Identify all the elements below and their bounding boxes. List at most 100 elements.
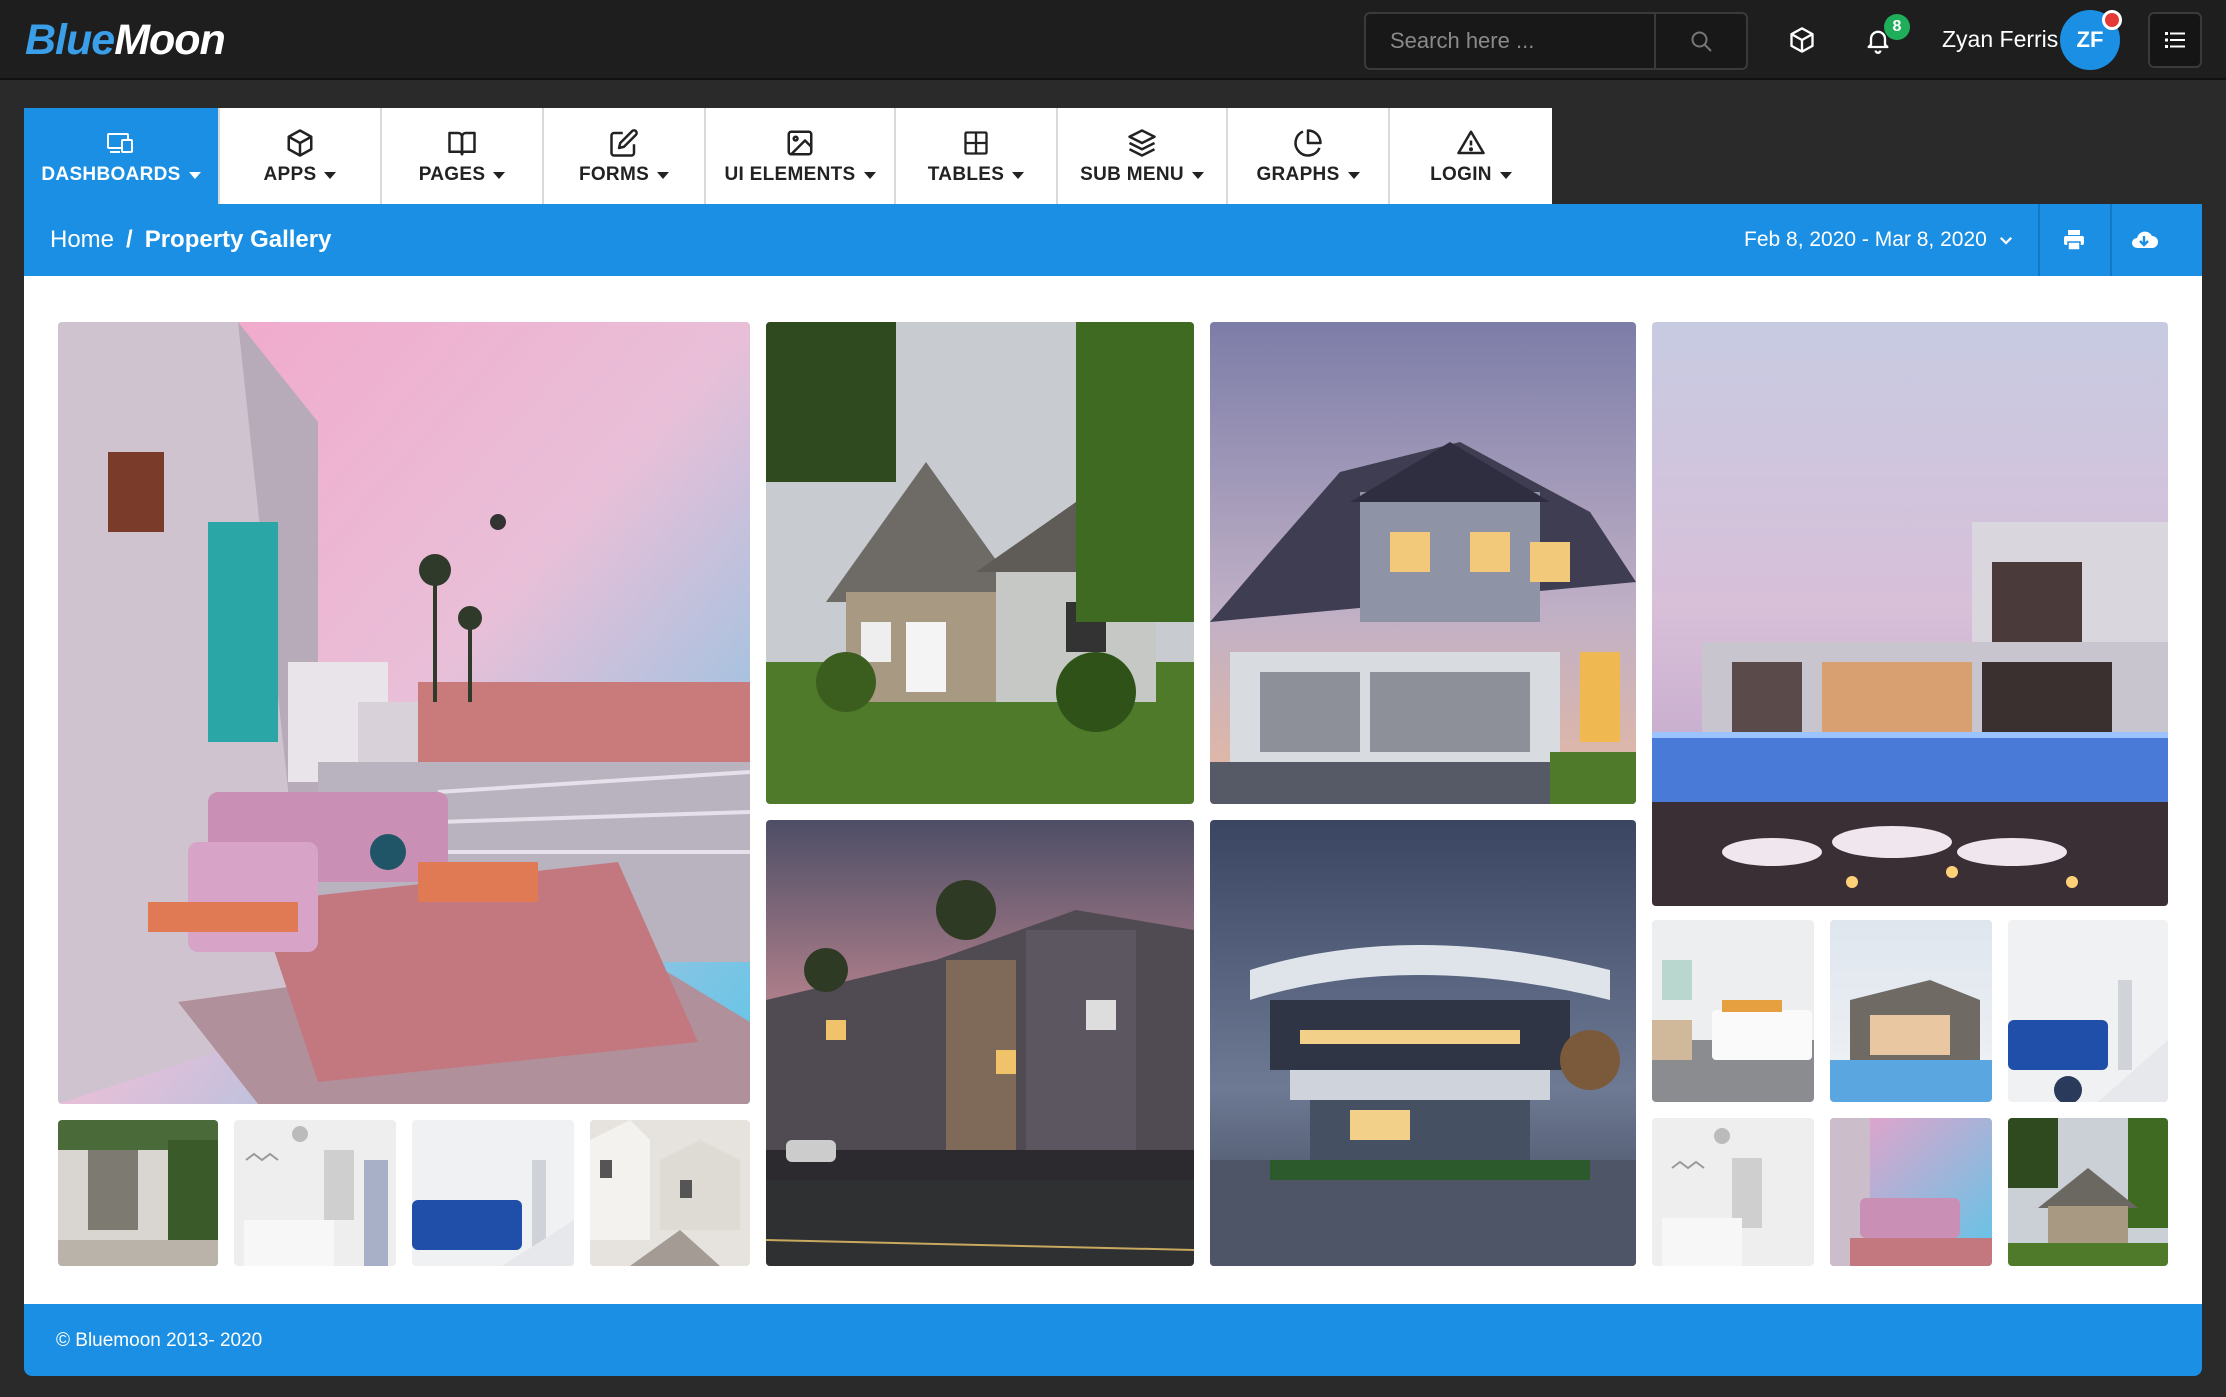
date-range-picker[interactable]: Feb 8, 2020 - Mar 8, 2020 xyxy=(1744,228,2015,252)
user-name[interactable]: Zyan Ferris xyxy=(1942,26,2058,53)
caret-down-icon xyxy=(1499,171,1512,179)
nav-label: APPS xyxy=(263,164,317,185)
nursery-room-thumb-photo xyxy=(234,1120,396,1266)
image-icon xyxy=(787,130,813,156)
search-icon xyxy=(1691,31,1712,52)
gallery-image-brick-house[interactable] xyxy=(766,322,1194,804)
copyright-text: © Bluemoon 2013- 2020 xyxy=(56,1330,263,1351)
gallery-image-balcony[interactable] xyxy=(58,322,750,1104)
modern-building-night-photo xyxy=(1210,820,1636,1266)
toolbar-divider xyxy=(2110,204,2112,276)
caret-down-icon xyxy=(1347,171,1360,179)
search-input[interactable] xyxy=(1366,14,1658,68)
balcony-thumb-photo xyxy=(1830,1118,1992,1266)
book-icon xyxy=(448,131,476,156)
caret-down-icon xyxy=(863,171,876,179)
nav-apps[interactable]: APPS xyxy=(220,108,382,204)
nav-forms[interactable]: FORMS xyxy=(544,108,706,204)
gallery-image-brick-house-thumb[interactable] xyxy=(2008,1118,2168,1266)
nav-pages[interactable]: PAGES xyxy=(382,108,544,204)
gallery-image-nursery[interactable] xyxy=(234,1120,396,1266)
nav-label: FORMS xyxy=(578,164,650,185)
page-title: Property Gallery xyxy=(144,226,332,253)
breadcrumb-separator: / xyxy=(126,226,133,253)
toolbar-divider xyxy=(2038,204,2040,276)
search-button[interactable] xyxy=(1654,14,1746,68)
nav-ui-elements[interactable]: UI ELEMENTS xyxy=(706,108,896,204)
brick-house-thumb-photo xyxy=(2008,1118,2168,1266)
nav-tables[interactable]: TABLES xyxy=(896,108,1058,204)
nav-login[interactable]: LOGIN xyxy=(1390,108,1552,204)
date-range-text: Feb 8, 2020 - Mar 8, 2020 xyxy=(1744,228,1987,251)
gallery-image-kitchen[interactable] xyxy=(1652,920,1814,1102)
list-icon xyxy=(2165,32,2185,48)
brick-house-photo xyxy=(766,322,1194,804)
notification-count-badge: 8 xyxy=(1884,14,1910,40)
breadcrumb: Home / Property Gallery xyxy=(50,226,331,254)
nav-label: DASHBOARDS xyxy=(41,164,181,185)
menu-toggle-button[interactable] xyxy=(2148,12,2202,68)
pie-chart-icon xyxy=(1294,129,1322,157)
apps-cube-button[interactable] xyxy=(1782,20,1822,60)
footer: © Bluemoon 2013- 2020 xyxy=(24,1304,2202,1376)
gallery-image-nursery-2[interactable] xyxy=(1652,1118,1814,1266)
cube-icon xyxy=(287,129,313,157)
caret-down-icon xyxy=(188,171,201,179)
nav-label: UI ELEMENTS xyxy=(724,164,856,185)
gallery-image-blue-sofa[interactable] xyxy=(412,1120,574,1266)
nav-label: SUB MENU xyxy=(1080,164,1184,185)
status-dot xyxy=(2102,10,2122,30)
blue-sofa-thumb-photo xyxy=(412,1120,574,1266)
logo-text-blue: Blue xyxy=(25,16,115,64)
gallery-image-balcony-thumb[interactable] xyxy=(1830,1118,1992,1266)
kitchen-interior-photo xyxy=(1652,920,1814,1102)
gallery-panel xyxy=(24,276,2202,1304)
suburban-house-dusk-photo xyxy=(1210,322,1636,804)
alert-triangle-icon xyxy=(1457,130,1485,155)
gallery-image-modern-building[interactable] xyxy=(1210,820,1636,1266)
gallery-image-pool-villa[interactable] xyxy=(1652,322,2168,906)
gallery-image-suburban-house[interactable] xyxy=(1210,322,1636,804)
gallery-image-garden-cottage[interactable] xyxy=(58,1120,218,1266)
townhouses-street-photo xyxy=(766,820,1194,1266)
gallery-image-blue-sofa-room[interactable] xyxy=(2008,920,2168,1102)
nav-label: PAGES xyxy=(418,164,486,185)
main-navigation: DASHBOARDS APPS PAGES FORMS UI ELEMENTS … xyxy=(24,108,1552,204)
download-button[interactable] xyxy=(2126,222,2162,258)
cube-icon xyxy=(1790,27,1814,53)
villa-pool-thumb-photo xyxy=(1830,920,1992,1102)
garden-cottage-thumb-photo xyxy=(58,1120,218,1266)
caret-down-icon xyxy=(324,171,337,179)
caret-down-icon xyxy=(493,171,506,179)
printer-icon xyxy=(2064,230,2084,251)
layers-icon xyxy=(1128,129,1156,157)
nav-graphs[interactable]: GRAPHS xyxy=(1228,108,1390,204)
chevron-down-icon xyxy=(1999,236,2012,245)
nav-label: LOGIN xyxy=(1430,164,1492,185)
balcony-sunset-photo xyxy=(58,322,750,1104)
grid-icon xyxy=(964,131,988,155)
caret-down-icon xyxy=(657,171,670,179)
gallery-image-townhouses[interactable] xyxy=(766,820,1194,1266)
devices-icon xyxy=(107,133,133,153)
gallery-image-villa-pool[interactable] xyxy=(1830,920,1992,1102)
nav-dashboards[interactable]: DASHBOARDS xyxy=(24,108,220,204)
caret-down-icon xyxy=(1012,171,1025,179)
blue-sofa-living-room-photo xyxy=(2008,920,2168,1102)
nav-label: TABLES xyxy=(927,164,1005,185)
brand-logo[interactable]: BlueMoon xyxy=(25,16,226,65)
gallery-image-white-street[interactable] xyxy=(590,1120,750,1266)
modern-pool-villa-photo xyxy=(1652,322,2168,906)
cloud-download-icon xyxy=(2132,231,2158,248)
nav-sub-menu[interactable]: SUB MENU xyxy=(1058,108,1228,204)
breadcrumb-bar: Home / Property Gallery Feb 8, 2020 - Ma… xyxy=(24,204,2202,276)
nav-label: GRAPHS xyxy=(1256,164,1340,185)
logo-text-moon: Moon xyxy=(114,16,226,64)
edit-icon xyxy=(610,129,638,157)
top-header: BlueMoon 8 Zyan Ferris ZF xyxy=(0,0,2226,80)
caret-down-icon xyxy=(1191,171,1204,179)
nursery-room-thumb-2-photo xyxy=(1652,1118,1814,1266)
breadcrumb-home-link[interactable]: Home xyxy=(50,226,114,254)
print-button[interactable] xyxy=(2056,222,2092,258)
search-box xyxy=(1364,12,1748,70)
